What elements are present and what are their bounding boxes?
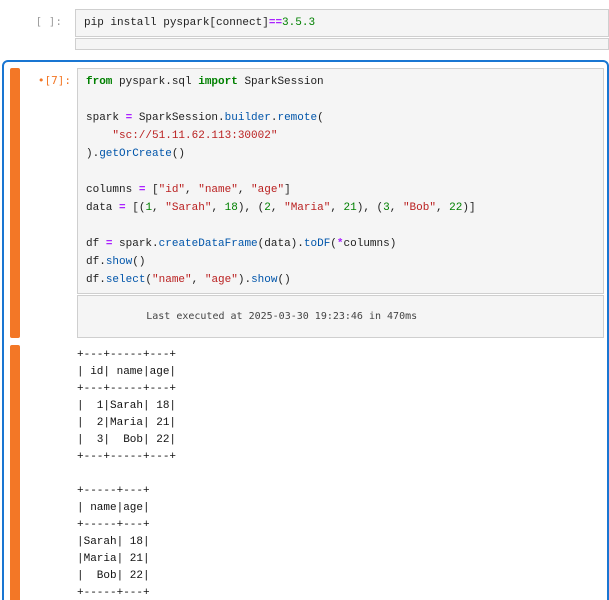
code-line: df.show() [86, 253, 595, 271]
input-prompt: •[7]: [20, 68, 71, 90]
code-line: spark = SparkSession.builder.remote( [86, 109, 595, 127]
code-editor[interactable]: pip install pyspark[connect]==3.5.3 [75, 9, 609, 37]
code-line: columns = ["id", "name", "age"] [86, 181, 595, 199]
notebook: [ ]: pip install pyspark[connect]==3.5.3… [0, 0, 609, 600]
code-line: "sc://51.11.62.113:30002" [86, 127, 595, 145]
code-line: data = [(1, "Sarah", 18), (2, "Maria", 2… [86, 199, 595, 217]
code-line: df = spark.createDataFrame(data).toDF(*c… [86, 235, 595, 253]
cell-2-input-area: from pyspark.sql import SparkSession spa… [77, 68, 604, 338]
input-collapser[interactable] [10, 68, 20, 338]
cell-1-input-area: pip install pyspark[connect]==3.5.3 [75, 9, 609, 50]
code-line [86, 163, 595, 181]
code-cell-1[interactable]: [ ]: pip install pyspark[connect]==3.5.3 [0, 9, 609, 50]
code-line [86, 91, 595, 109]
code-line: df.select("name", "age").show() [86, 271, 595, 289]
code-line: ).getOrCreate() [86, 145, 595, 163]
output-prompt-column [20, 345, 77, 600]
input-prompt-column: •[7]: [20, 68, 77, 338]
input-prompt-column: [ ]: [0, 9, 75, 50]
input-prompt: [ ]: [0, 9, 62, 31]
execute-time-text: Last executed at 2025-03-30 19:23:46 in … [146, 311, 417, 322]
code-line: from pyspark.sql import SparkSession [86, 73, 595, 91]
code-editor[interactable]: from pyspark.sql import SparkSession spa… [77, 68, 604, 294]
cell-2-input-row: •[7]: from pyspark.sql import SparkSessi… [4, 68, 604, 338]
execute-time-bar [75, 38, 609, 50]
cell-output-text: +---+-----+---+ | id| name|age| +---+---… [77, 345, 604, 600]
cell-2-output-row: +---+-----+---+ | id| name|age| +---+---… [4, 345, 604, 600]
code-line [86, 217, 595, 235]
code-line: pip install pyspark[connect]==3.5.3 [84, 14, 600, 32]
code-content[interactable]: pip install pyspark[connect]==3.5.3 [84, 14, 600, 32]
code-cell-2[interactable]: •[7]: from pyspark.sql import SparkSessi… [2, 60, 609, 600]
code-content[interactable]: from pyspark.sql import SparkSession spa… [86, 73, 595, 289]
output-collapser[interactable] [10, 345, 20, 600]
execute-time-bar: Last executed at 2025-03-30 19:23:46 in … [77, 295, 604, 338]
